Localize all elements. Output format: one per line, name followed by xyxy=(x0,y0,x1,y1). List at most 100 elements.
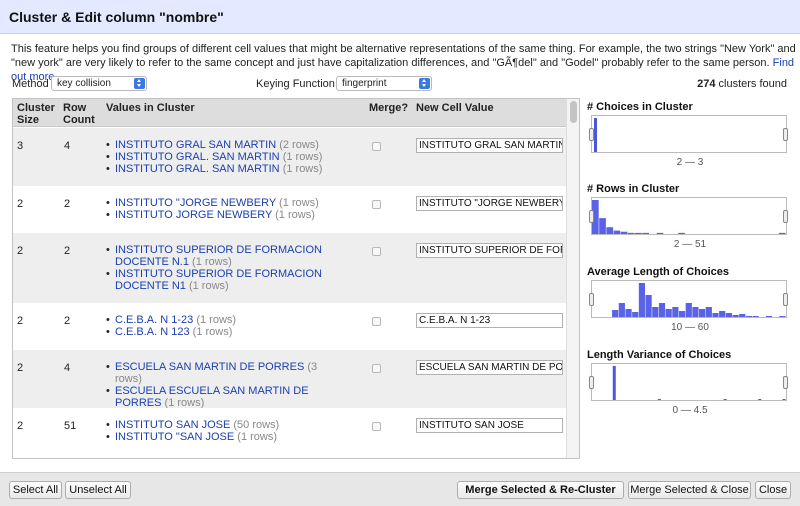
list-item: C.E.B.A. N 1-23 (1 rows) xyxy=(105,314,323,326)
value-row-count: (1 rows) xyxy=(275,209,315,221)
cluster-value-link[interactable]: INSTITUTO "JORGE NEWBERY xyxy=(115,197,276,209)
facet-length-variance: Length Variance of Choices 0 — 4.5 xyxy=(587,349,793,416)
new-value-input[interactable]: C.E.B.A. N 1-23 xyxy=(416,313,563,328)
cluster-value-link[interactable]: INSTITUTO GRAL. SAN MARTIN xyxy=(115,151,280,163)
facet-title: Length Variance of Choices xyxy=(587,349,732,361)
cluster-value-link[interactable]: INSTITUTO GRAL. SAN MARTIN xyxy=(115,163,280,175)
cluster-value-link[interactable]: C.E.B.A. N 1-23 xyxy=(115,314,193,326)
histogram-bar xyxy=(692,307,699,317)
histogram[interactable] xyxy=(589,363,788,401)
histogram[interactable] xyxy=(589,115,788,153)
histogram-bar xyxy=(599,218,606,234)
cluster-value-link[interactable]: INSTITUTO SAN JOSE xyxy=(115,419,230,431)
histogram-bar xyxy=(612,366,616,400)
table-row: 2 2 C.E.B.A. N 1-23 (1 rows) C.E.B.A. N … xyxy=(13,303,567,350)
merge-checkbox[interactable] xyxy=(372,422,381,431)
value-row-count: (1 rows) xyxy=(196,314,237,326)
histogram-bar xyxy=(719,311,726,317)
new-value-input[interactable]: ESCUELA SAN MARTIN DE PORRES xyxy=(416,360,563,375)
header-merge: Merge? xyxy=(369,102,409,114)
merge-checkbox[interactable] xyxy=(372,200,381,209)
keying-function-value: fingerprint xyxy=(342,78,387,89)
clusters-found-label: clusters found xyxy=(715,78,788,90)
merge-recluster-button[interactable]: Merge Selected & Re-Cluster xyxy=(457,481,624,499)
close-button[interactable]: Close xyxy=(755,481,791,499)
cluster-value-link[interactable]: ESCUELA ESCUELA SAN MARTIN DE PORRES xyxy=(115,385,309,409)
cluster-size-cell: 2 xyxy=(17,198,24,210)
merge-checkbox[interactable] xyxy=(372,364,381,373)
histogram-bar xyxy=(625,309,632,317)
value-row-count: (2 rows) xyxy=(279,139,319,151)
new-value-input[interactable]: INSTITUTO "JORGE NEWBERY xyxy=(416,196,563,211)
histogram-bar xyxy=(779,316,786,317)
histogram-bar xyxy=(657,398,661,400)
range-handle-left[interactable] xyxy=(589,293,594,306)
keying-function-select[interactable]: fingerprint xyxy=(336,76,432,91)
histogram-svg xyxy=(594,118,597,152)
merge-checkbox[interactable] xyxy=(372,317,381,326)
new-value-input[interactable]: INSTITUTO SAN JOSE xyxy=(416,418,563,433)
cluster-size-cell: 2 xyxy=(17,315,24,327)
histogram[interactable] xyxy=(589,197,788,235)
histogram-bar xyxy=(638,283,646,317)
merge-checkbox[interactable] xyxy=(372,247,381,256)
merge-checkbox[interactable] xyxy=(372,142,381,151)
histogram-bar xyxy=(705,307,712,317)
merge-close-button[interactable]: Merge Selected & Close xyxy=(628,481,751,499)
method-select[interactable]: key collision xyxy=(51,76,147,91)
unselect-all-button[interactable]: Unselect All xyxy=(65,481,131,499)
histogram-bar xyxy=(672,307,679,317)
histogram-bar xyxy=(645,295,652,317)
histogram-bar xyxy=(723,398,727,400)
row-count-cell: 2 xyxy=(64,198,71,210)
list-item: ESCUELA ESCUELA SAN MARTIN DE PORRES (1 … xyxy=(105,385,323,409)
cluster-value-link[interactable]: INSTITUTO "SAN JOSE xyxy=(115,431,234,443)
range-handle-right[interactable] xyxy=(783,376,788,389)
dialog-footer: Select All Unselect All Merge Selected &… xyxy=(0,472,800,506)
histogram-svg xyxy=(592,200,786,234)
histogram-bar xyxy=(725,313,732,317)
histogram-bar xyxy=(632,312,639,317)
row-count-cell: 51 xyxy=(64,420,77,432)
cluster-value-link[interactable]: INSTITUTO GRAL SAN MARTIN xyxy=(115,139,276,151)
table-scrollbar[interactable] xyxy=(566,99,579,458)
cluster-value-link[interactable]: ESCUELA SAN MARTIN DE PORRES xyxy=(115,361,304,373)
range-handle-right[interactable] xyxy=(783,293,788,306)
list-item: C.E.B.A. N 123 (1 rows) xyxy=(105,326,323,338)
histogram[interactable] xyxy=(589,280,788,318)
select-all-button[interactable]: Select All xyxy=(9,481,62,499)
range-handle-right[interactable] xyxy=(783,210,788,223)
value-row-count: (50 rows) xyxy=(233,419,280,431)
histogram-bar xyxy=(732,315,739,317)
clusters-found: 274 clusters found xyxy=(697,78,787,90)
scrollbar-thumb[interactable] xyxy=(570,101,577,123)
new-value-input[interactable]: INSTITUTO SUPERIOR DE FORMACION DOCENTE … xyxy=(416,243,563,258)
facet-rows-in-cluster: # Rows in Cluster 2 — 51 xyxy=(587,183,793,250)
range-handle-left[interactable] xyxy=(589,210,594,223)
value-row-count: (1 rows) xyxy=(279,197,319,209)
list-item: INSTITUTO "SAN JOSE (1 rows) xyxy=(105,431,323,443)
range-handle-left[interactable] xyxy=(589,128,594,141)
row-count-cell: 4 xyxy=(64,140,71,152)
list-item: INSTITUTO GRAL. SAN MARTIN (1 rows) xyxy=(105,151,323,163)
cluster-value-link[interactable]: C.E.B.A. N 123 xyxy=(115,326,190,338)
histogram-bar xyxy=(594,118,597,152)
cluster-size-cell: 3 xyxy=(17,140,24,152)
histogram-bar xyxy=(635,232,642,234)
dialog-title: Cluster & Edit column "nombre" xyxy=(9,9,224,25)
new-value-input[interactable]: INSTITUTO GRAL SAN MARTIN xyxy=(416,138,563,153)
keying-function-label: Keying Function xyxy=(256,78,335,90)
dialog-titlebar: Cluster & Edit column "nombre" xyxy=(0,0,800,34)
histogram-bar xyxy=(782,398,786,400)
list-item: INSTITUTO SAN JOSE (50 rows) xyxy=(105,419,323,431)
histogram-bar xyxy=(613,230,621,234)
list-item: INSTITUTO GRAL SAN MARTIN (2 rows) xyxy=(105,139,323,151)
histogram-bar xyxy=(678,311,686,317)
list-item: INSTITUTO "JORGE NEWBERY (1 rows) xyxy=(105,197,323,209)
cluster-value-link[interactable]: INSTITUTO JORGE NEWBERY xyxy=(115,209,272,221)
range-handle-right[interactable] xyxy=(783,128,788,141)
histogram-bar xyxy=(699,309,706,317)
facet-title: # Rows in Cluster xyxy=(587,183,680,195)
value-row-count: (1 rows) xyxy=(192,256,232,268)
range-handle-left[interactable] xyxy=(589,376,594,389)
